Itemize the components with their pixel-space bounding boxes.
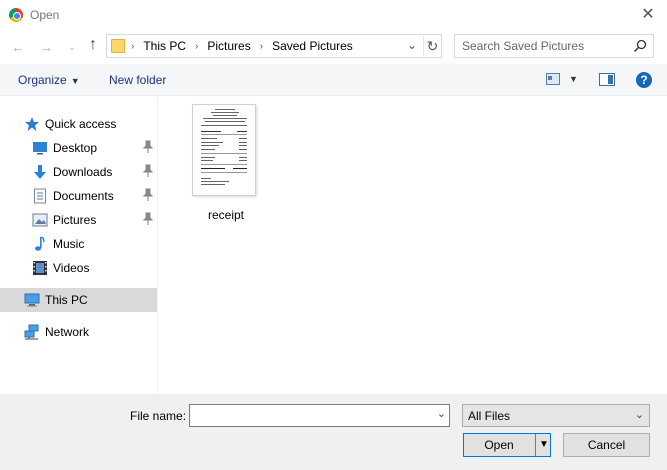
- chrome-icon: [9, 8, 23, 22]
- pictures-icon: [32, 213, 48, 227]
- file-name-input[interactable]: [190, 405, 430, 426]
- desktop-icon: [33, 142, 47, 155]
- split-divider: [535, 434, 536, 456]
- sidebar-item-label: Network: [45, 325, 90, 339]
- sidebar-item-label: Music: [53, 237, 85, 251]
- file-list-pane: receipt: [160, 97, 667, 394]
- up-arrow-icon[interactable]: ↑: [84, 36, 102, 54]
- sidebar-item-label: Documents: [53, 189, 114, 203]
- sidebar-item-label: Videos: [53, 261, 90, 275]
- breadcrumb-this-pc[interactable]: This PC: [143, 39, 186, 53]
- pin-icon[interactable]: [142, 140, 154, 154]
- star-icon: [25, 117, 39, 131]
- folder-icon: [111, 39, 125, 53]
- open-button[interactable]: Open ▼: [463, 433, 551, 457]
- breadcrumb-saved-pictures[interactable]: Saved Pictures: [272, 39, 353, 53]
- open-button-label: Open: [484, 438, 514, 452]
- file-item-receipt[interactable]: receipt: [192, 104, 260, 222]
- download-icon: [34, 165, 46, 179]
- search-box: [454, 34, 654, 58]
- navigation-pane: Quick access Desktop Downloads Documents…: [0, 97, 158, 394]
- back-arrow-icon[interactable]: ←: [9, 39, 27, 55]
- sidebar-item-documents[interactable]: Documents: [0, 184, 157, 208]
- recent-locations-icon[interactable]: ⌄: [63, 42, 81, 53]
- file-name-label: File name:: [130, 409, 187, 423]
- sidebar-item-downloads[interactable]: Downloads: [0, 160, 157, 184]
- file-name-label: receipt: [207, 208, 245, 222]
- command-bar: Organize ▼ New folder ▼ ?: [0, 64, 667, 96]
- view-options-caret-icon[interactable]: ▼: [569, 74, 578, 84]
- sidebar-item-label: Downloads: [53, 165, 113, 179]
- caret-down-icon[interactable]: ▼: [538, 434, 550, 456]
- cancel-button[interactable]: Cancel: [563, 433, 650, 457]
- dialog-footer: File name: ⌄ All Files ⌄ Open ▼ Cancel: [0, 394, 667, 470]
- file-type-value: All Files: [468, 409, 511, 423]
- sidebar-item-desktop[interactable]: Desktop: [0, 136, 157, 160]
- chevron-right-icon[interactable]: ›: [195, 41, 198, 52]
- music-icon: [35, 236, 45, 251]
- chevron-right-icon[interactable]: ›: [131, 41, 134, 52]
- sidebar-item-music[interactable]: Music: [0, 232, 157, 256]
- chevron-down-icon[interactable]: ⌄: [403, 38, 421, 52]
- pin-icon[interactable]: [142, 164, 154, 178]
- file-type-select[interactable]: All Files ⌄: [462, 404, 650, 427]
- sidebar-item-videos[interactable]: Videos: [0, 256, 157, 280]
- pin-icon[interactable]: [142, 188, 154, 202]
- sidebar-item-label: Quick access: [45, 117, 117, 131]
- sidebar-item-this-pc[interactable]: This PC: [0, 288, 157, 312]
- refresh-icon[interactable]: ↻: [423, 36, 441, 56]
- chevron-down-icon: ⌄: [634, 409, 644, 421]
- title-bar: Open ✕: [0, 0, 667, 30]
- sidebar-item-quick-access[interactable]: Quick access: [0, 112, 157, 136]
- close-icon[interactable]: ✕: [637, 4, 659, 26]
- breadcrumb-pictures[interactable]: Pictures: [207, 39, 250, 53]
- organize-label: Organize: [18, 73, 67, 87]
- sidebar-item-label: Pictures: [53, 213, 97, 227]
- sidebar-item-label: This PC: [45, 293, 88, 307]
- help-icon[interactable]: ?: [636, 72, 652, 88]
- preview-pane-icon[interactable]: [599, 73, 615, 86]
- change-view-icon[interactable]: [546, 73, 560, 85]
- pin-icon[interactable]: [142, 212, 154, 226]
- window-title: Open: [30, 8, 60, 22]
- search-input[interactable]: [455, 35, 630, 57]
- receipt-thumbnail-icon: [192, 104, 256, 196]
- file-name-combobox: ⌄: [189, 404, 450, 427]
- organize-button[interactable]: Organize ▼: [18, 73, 80, 87]
- documents-icon: [34, 188, 46, 204]
- chevron-down-icon[interactable]: ⌄: [437, 407, 446, 420]
- videos-icon: [33, 261, 47, 275]
- chevron-right-icon[interactable]: ›: [260, 41, 263, 52]
- search-icon[interactable]: [633, 39, 647, 53]
- sidebar-item-network[interactable]: Network: [0, 320, 157, 344]
- caret-down-icon: ▼: [70, 76, 80, 86]
- sidebar-item-label: Desktop: [53, 141, 98, 155]
- forward-arrow-icon[interactable]: →: [37, 39, 55, 55]
- network-icon: [24, 324, 39, 340]
- breadcrumb: › This PC › Pictures › Saved Pictures: [129, 39, 353, 53]
- sidebar-item-pictures[interactable]: Pictures: [0, 208, 157, 232]
- address-bar[interactable]: › This PC › Pictures › Saved Pictures ⌄ …: [106, 34, 442, 58]
- computer-icon: [24, 293, 40, 307]
- new-folder-button[interactable]: New folder: [109, 73, 166, 87]
